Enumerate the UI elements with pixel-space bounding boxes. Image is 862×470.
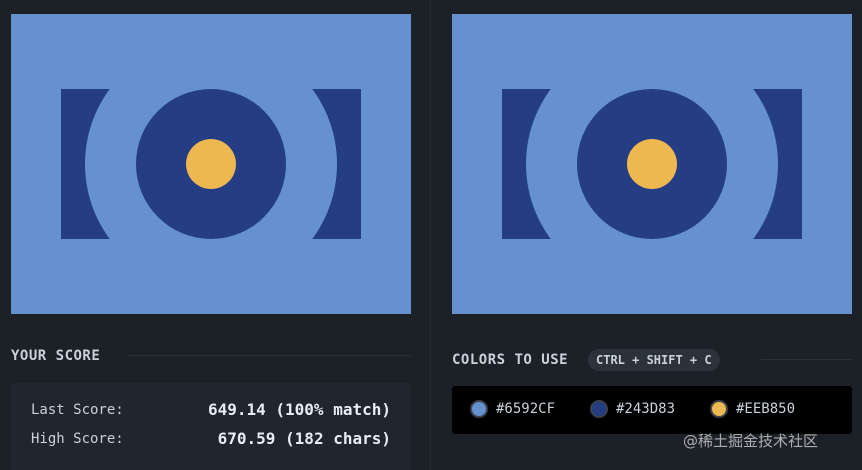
last-score-value: 649.14 (100% match) [207, 400, 391, 419]
swatch-hex-label: #EEB850 [736, 401, 796, 417]
app-root: YOUR SCORE Last Score: 649.14 (100% matc… [0, 0, 862, 470]
swatch-hex-label: #6592CF [496, 401, 556, 417]
score-divider [128, 355, 411, 356]
target-drawing [452, 14, 852, 314]
colors-title: COLORS TO USE [452, 352, 569, 368]
target-gold-circle [627, 139, 677, 189]
last-score-row: Last Score: 649.14 (100% match) [31, 400, 391, 422]
watermark-text: @稀土掘金技术社区 [683, 432, 819, 450]
colors-divider [761, 359, 852, 360]
high-score-label: High Score: [31, 431, 124, 447]
swatch-hex-label: #243D83 [616, 401, 676, 417]
output-drawing [11, 14, 411, 314]
swatch-dot-icon [590, 400, 608, 418]
output-panel: YOUR SCORE Last Score: 649.14 (100% matc… [0, 0, 430, 470]
high-score-value: 670.59 (182 chars) [217, 429, 391, 448]
last-score-label: Last Score: [31, 402, 124, 418]
target-panel: COLORS TO USE CTRL + SHIFT + C #6592CF #… [431, 0, 862, 470]
target-preview [452, 14, 852, 314]
score-title: YOUR SCORE [11, 348, 101, 364]
copy-colors-shortcut-badge: CTRL + SHIFT + C [588, 349, 720, 371]
output-preview[interactable] [11, 14, 411, 314]
color-palette: #6592CF #243D83 #EEB850 [452, 386, 852, 434]
output-gold-circle [186, 139, 236, 189]
high-score-row: High Score: 670.59 (182 chars) [31, 429, 391, 451]
swatch-dot-icon [470, 400, 488, 418]
score-box: Last Score: 649.14 (100% match) High Sco… [11, 383, 411, 470]
swatch-dot-icon [710, 400, 728, 418]
